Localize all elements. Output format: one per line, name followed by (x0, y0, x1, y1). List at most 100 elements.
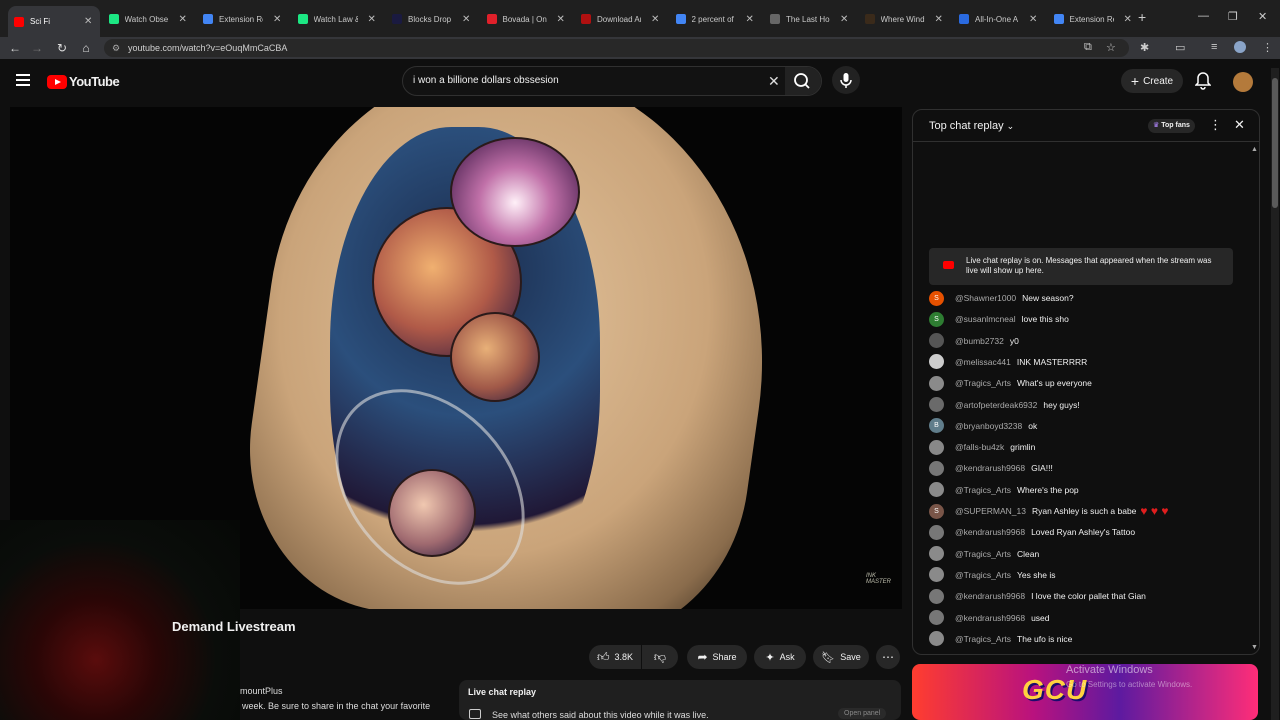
chat-author[interactable]: @kendrarush9968 (955, 463, 1025, 473)
tab-close-icon[interactable]: ✕ (651, 14, 659, 25)
dislike-button[interactable]: 👎︎ (642, 645, 678, 669)
chat-author[interactable]: @kendrarush9968 (955, 527, 1025, 537)
tab-close-icon[interactable]: ✕ (935, 14, 943, 25)
create-button[interactable]: + Create (1121, 69, 1183, 93)
clear-search-icon[interactable]: ✕ (768, 73, 780, 90)
chat-author[interactable]: @Tragics_Arts (955, 485, 1011, 495)
chat-avatar[interactable] (929, 439, 944, 455)
tab-close-icon[interactable]: ✕ (368, 14, 376, 25)
chat-menu-icon[interactable]: ⋮ (1209, 117, 1222, 133)
voice-search-button[interactable] (832, 66, 860, 94)
chat-author[interactable]: @SUPERMAN_13 (955, 506, 1026, 516)
extensions-icon[interactable]: ✱ (1140, 41, 1149, 54)
like-button[interactable]: 👍︎ 3.8K (589, 645, 641, 669)
browser-tab[interactable]: Sci Fi ✕ (8, 6, 100, 37)
share-button[interactable]: ➦ Share (687, 645, 747, 669)
tab-close-icon[interactable]: ✕ (840, 14, 848, 25)
chat-author[interactable]: @bumb2732 (955, 336, 1004, 346)
chat-avatar[interactable] (929, 397, 944, 412)
top-fans-button[interactable]: ♛ Top fans (1148, 119, 1195, 133)
chat-avatar[interactable] (929, 524, 944, 540)
browser-tab[interactable]: Watch Law & ✕ (292, 8, 384, 30)
forward-icon[interactable]: → (30, 41, 44, 55)
chat-avatar[interactable] (929, 567, 944, 583)
chat-avatar[interactable] (929, 460, 944, 476)
tab-close-icon[interactable]: ✕ (1124, 14, 1132, 25)
profile-icon[interactable] (1234, 41, 1246, 53)
tab-close-icon[interactable]: ✕ (557, 14, 565, 25)
chat-avatar[interactable] (929, 354, 944, 370)
chat-author[interactable]: @Tragics_Arts (955, 634, 1011, 644)
tab-close-icon[interactable]: ✕ (179, 14, 187, 25)
chat-avatar[interactable] (929, 333, 944, 349)
chat-author[interactable]: @Tragics_Arts (955, 549, 1011, 559)
tab-close-icon[interactable]: ✕ (84, 16, 92, 27)
chat-author[interactable]: @susanlmcneal (955, 314, 1016, 324)
chat-mode-dropdown[interactable]: Top chat replay ⌄ (929, 120, 1014, 132)
notifications-bell-icon[interactable] (1194, 72, 1212, 95)
tab-close-icon[interactable]: ✕ (462, 14, 470, 25)
site-info-icon[interactable]: ⚙ (112, 39, 120, 57)
search-input[interactable]: i won a billione dollars obssesion (413, 75, 559, 86)
search-box[interactable]: i won a billione dollars obssesion ✕ (402, 66, 822, 96)
page-scrollbar[interactable] (1271, 68, 1279, 720)
media-icon[interactable]: ≡ (1211, 41, 1217, 53)
chat-author[interactable]: @melissac441 (955, 357, 1011, 367)
cast-icon[interactable]: ▭ (1175, 41, 1185, 54)
save-button[interactable]: 🔖︎ Save (813, 645, 869, 669)
ask-button[interactable]: ✦ Ask (754, 645, 806, 669)
youtube-logo[interactable]: YouTube (47, 74, 120, 89)
tab-close-icon[interactable]: ✕ (273, 14, 281, 25)
search-button[interactable] (785, 67, 821, 95)
home-icon[interactable]: ⌂ (79, 41, 93, 55)
close-window-icon[interactable]: ✕ (1258, 10, 1267, 23)
chat-author[interactable]: @falls-bu4zk (955, 442, 1004, 452)
open-panel-button[interactable]: Open panel (838, 708, 887, 719)
tab-close-icon[interactable]: ✕ (746, 14, 754, 25)
back-icon[interactable]: ← (8, 41, 22, 55)
chat-avatar[interactable] (929, 482, 944, 498)
chat-author[interactable]: @artofpeterdeak6932 (955, 400, 1037, 410)
chat-author[interactable]: @kendrarush9968 (955, 613, 1025, 623)
chat-author[interactable]: @kendrarush9968 (955, 591, 1025, 601)
browser-tab[interactable]: Where Wind ✕ (859, 8, 951, 30)
scrollbar-thumb[interactable] (1272, 78, 1278, 208)
tab-close-icon[interactable]: ✕ (1029, 14, 1037, 25)
browser-tab[interactable]: Bovada | Onl ✕ (481, 8, 573, 30)
chat-avatar[interactable] (929, 631, 944, 647)
chat-avatar[interactable]: B (929, 418, 944, 434)
more-actions-button[interactable]: ⋯ (876, 645, 900, 669)
chat-author[interactable]: @Tragics_Arts (955, 570, 1011, 580)
browser-tab[interactable]: The Last Hou ✕ (764, 8, 856, 30)
new-tab-button[interactable]: + (1138, 9, 1146, 25)
chat-avatar[interactable]: S (929, 503, 944, 519)
chat-scroll-up-icon[interactable]: ▲ (1251, 146, 1258, 153)
install-icon[interactable]: ⧉ (1084, 41, 1092, 54)
chat-avatar[interactable]: S (929, 311, 944, 327)
chat-avatar[interactable]: S (929, 290, 944, 306)
address-bar[interactable]: ⚙ youtube.com/watch?v=eOuqMmCaCBA (104, 39, 1129, 57)
hamburger-menu-icon[interactable] (16, 74, 30, 89)
browser-menu-icon[interactable]: ⋮ (1262, 41, 1273, 54)
browser-tab[interactable]: Watch Obse ✕ (103, 8, 195, 30)
browser-tab[interactable]: All-In-One A ✕ (953, 8, 1045, 30)
chat-scroll-down-icon[interactable]: ▼ (1251, 644, 1258, 651)
minimize-icon[interactable]: — (1198, 10, 1209, 22)
bookmark-star-icon[interactable]: ☆ (1106, 41, 1116, 54)
chat-avatar[interactable] (929, 610, 944, 625)
browser-tab[interactable]: Blocks Drop ✕ (386, 8, 478, 30)
restore-icon[interactable]: ❐ (1228, 10, 1238, 23)
close-chat-icon[interactable]: ✕ (1234, 117, 1245, 133)
browser-tab[interactable]: Extension Re ✕ (197, 8, 289, 30)
reload-icon[interactable]: ↻ (55, 41, 69, 55)
chat-author[interactable]: @Tragics_Arts (955, 378, 1011, 388)
chat-avatar[interactable] (929, 375, 944, 391)
chat-author[interactable]: @Shawner1000 (955, 293, 1016, 303)
browser-tab[interactable]: Download Ar ✕ (575, 8, 667, 30)
chat-author[interactable]: @bryanboyd3238 (955, 421, 1022, 431)
browser-tab[interactable]: Extension Re ✕ (1048, 8, 1140, 30)
browser-tab[interactable]: 2 percent of ✕ (670, 8, 762, 30)
chat-avatar[interactable] (929, 588, 944, 604)
account-avatar[interactable] (1233, 72, 1253, 92)
chat-avatar[interactable] (929, 546, 944, 562)
